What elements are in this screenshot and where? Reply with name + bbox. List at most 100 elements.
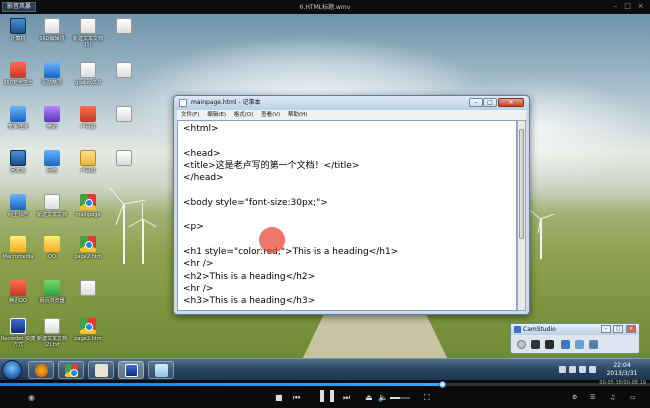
next-icon[interactable]: ⏭ <box>343 393 350 403</box>
previous-icon[interactable]: ⏮ <box>293 393 300 403</box>
stop-icon[interactable]: ■ <box>275 393 283 403</box>
volume-slider[interactable] <box>390 397 410 399</box>
pause-button[interactable]: ❚❚ <box>317 389 337 401</box>
camstudio-toolbar <box>511 335 639 353</box>
notepad-menubar: 文件(F) 编辑(E) 格式(O) 查看(V) 帮助(H) <box>177 110 526 120</box>
desktop-icon-driver[interactable]: 驱动精灵 <box>34 62 70 86</box>
menu-format[interactable]: 格式(O) <box>234 112 254 118</box>
security-icon <box>10 62 26 78</box>
desktop-icon-file[interactable] <box>106 150 142 168</box>
notepad-app-icon <box>179 99 187 107</box>
maximize-button[interactable]: □ <box>483 98 497 107</box>
region-icon[interactable] <box>561 340 570 349</box>
taskbar-item-app[interactable] <box>88 361 114 379</box>
camstudio-close-icon[interactable]: × <box>626 325 636 333</box>
options-icon[interactable] <box>575 340 584 349</box>
desktop-icon-app[interactable]: 腾讯 <box>34 106 70 130</box>
fullscreen-icon[interactable]: ⛶ <box>424 393 430 403</box>
menu-help[interactable]: 帮助(H) <box>288 112 307 118</box>
camstudio-titlebar[interactable]: CamStudio – □ × <box>511 324 639 335</box>
desktop-icon-file[interactable] <box>106 106 142 124</box>
desktop-icon-file[interactable] <box>106 18 142 36</box>
camstudio-window[interactable]: CamStudio – □ × <box>510 323 640 354</box>
desktop-icon-network[interactable]: 网上邻居 <box>0 194 36 218</box>
scrollbar-thumb[interactable] <box>519 129 524 239</box>
menu-view[interactable]: 查看(V) <box>261 112 280 118</box>
clock-time[interactable]: 22:04 <box>602 362 642 369</box>
code-line: <hr /> <box>183 259 214 270</box>
file-icon <box>44 318 60 334</box>
desktop-icon-file[interactable]: gsakev2.0 <box>70 62 106 86</box>
desktop-icon-file[interactable]: 新建文本文档 (1) <box>70 18 106 48</box>
close-button[interactable]: × <box>498 98 524 107</box>
player-close-icon[interactable]: × <box>636 2 645 11</box>
camstudio-maximize-icon[interactable]: □ <box>613 325 623 333</box>
window-mode-icon[interactable]: ▭ <box>630 393 636 403</box>
input-tray-icon[interactable] <box>589 366 596 373</box>
desktop-icon-network[interactable]: 网络 <box>34 150 70 174</box>
desktop-icon-computer[interactable]: 计算机 <box>0 18 36 42</box>
vertical-scrollbar[interactable] <box>517 120 526 311</box>
notepad-app-icon <box>155 364 168 377</box>
desktop-icon-chrome[interactable]: page2.htm <box>70 236 106 260</box>
seek-bar[interactable] <box>0 381 650 388</box>
desktop-icon-file[interactable] <box>70 280 106 298</box>
desktop-icon-archive[interactable]: 卢哥说 <box>70 106 106 130</box>
seek-bar-fill <box>0 383 442 386</box>
network-tray-icon[interactable] <box>559 366 566 373</box>
menu-edit[interactable]: 编辑(E) <box>207 112 226 118</box>
recycle-bin-icon <box>10 150 26 166</box>
notepad-text-area[interactable]: <html> <head> <title>这是老卢写的第一个文档！</title>… <box>177 120 517 311</box>
notepad-title: mainpage.html - 记事本 <box>191 99 261 106</box>
volume-icon[interactable]: 🔈 <box>378 393 388 403</box>
stop-icon[interactable] <box>545 340 554 349</box>
desktop-icon-chrome[interactable]: mainpage <box>70 194 106 218</box>
notepad-titlebar[interactable]: mainpage.html - 记事本 – □ × <box>174 96 529 110</box>
menu-file[interactable]: 文件(F) <box>181 112 199 118</box>
volume-slider-fill <box>390 397 400 399</box>
desktop-icon-file[interactable]: SKD编辑说 <box>34 18 70 42</box>
taskbar-item-recorder[interactable] <box>118 361 144 379</box>
pause-icon[interactable] <box>531 340 540 349</box>
flag-tray-icon[interactable] <box>579 366 586 373</box>
desktop-icon-file[interactable]: 新建文本文档 <box>34 194 70 218</box>
desktop-icon-security[interactable]: 360安全卫士 <box>0 62 36 86</box>
eye-icon[interactable]: ◉ <box>28 393 35 403</box>
file-icon <box>80 62 96 78</box>
desktop-icon-folder[interactable]: 卢哥说 <box>70 150 106 174</box>
record-icon[interactable] <box>517 340 526 349</box>
start-button[interactable] <box>2 360 22 380</box>
taskbar-item-notepad[interactable] <box>148 361 174 379</box>
player-maximize-icon[interactable]: □ <box>623 2 632 11</box>
open-file-icon[interactable]: ⏏ <box>365 393 373 403</box>
camstudio-minimize-icon[interactable]: – <box>601 325 611 333</box>
player-minimize-icon[interactable]: – <box>611 2 620 11</box>
desktop-icon-chrome[interactable]: page2.htm <box>70 318 106 342</box>
volume-tray-icon[interactable] <box>569 366 576 373</box>
taskbar-item-player[interactable] <box>28 361 54 379</box>
seek-bar-handle[interactable] <box>439 381 446 388</box>
file-icon <box>116 18 132 34</box>
annotation-icon[interactable] <box>589 340 598 349</box>
minimize-button[interactable]: – <box>469 98 483 107</box>
recorder-icon <box>125 364 138 377</box>
desktop-icon-file[interactable] <box>106 62 142 80</box>
playlist-icon[interactable]: ☰ <box>590 393 595 403</box>
desktop-icon-network[interactable]: 宽带连接 <box>0 106 36 130</box>
equalizer-icon[interactable]: ♫ <box>610 393 615 403</box>
desktop-icon-qq[interactable]: QQ <box>34 236 70 260</box>
desktop-icon-app[interactable]: Macromedia <box>0 236 36 260</box>
clock-date[interactable]: 2013/3/31 <box>602 370 642 377</box>
desktop-icon-qq[interactable]: 腾讯QQ <box>0 280 36 304</box>
notepad-window[interactable]: mainpage.html - 记事本 – □ × 文件(F) 编辑(E) 格式… <box>173 95 530 315</box>
settings-icon[interactable]: ⚙ <box>572 393 577 403</box>
desktop-icon-browser[interactable]: 网页浏览器 <box>34 280 70 304</box>
app-icon <box>10 236 26 252</box>
app-icon <box>44 106 60 122</box>
desktop-icon-recorder[interactable]: Recorder 快捷方式 <box>0 318 36 348</box>
desktop-icon-file[interactable]: 新建文本文档 (2).txt <box>34 318 70 348</box>
desktop-icon-recycle-bin[interactable]: 回收站 <box>0 150 36 174</box>
taskbar-item-chrome[interactable] <box>58 361 84 379</box>
